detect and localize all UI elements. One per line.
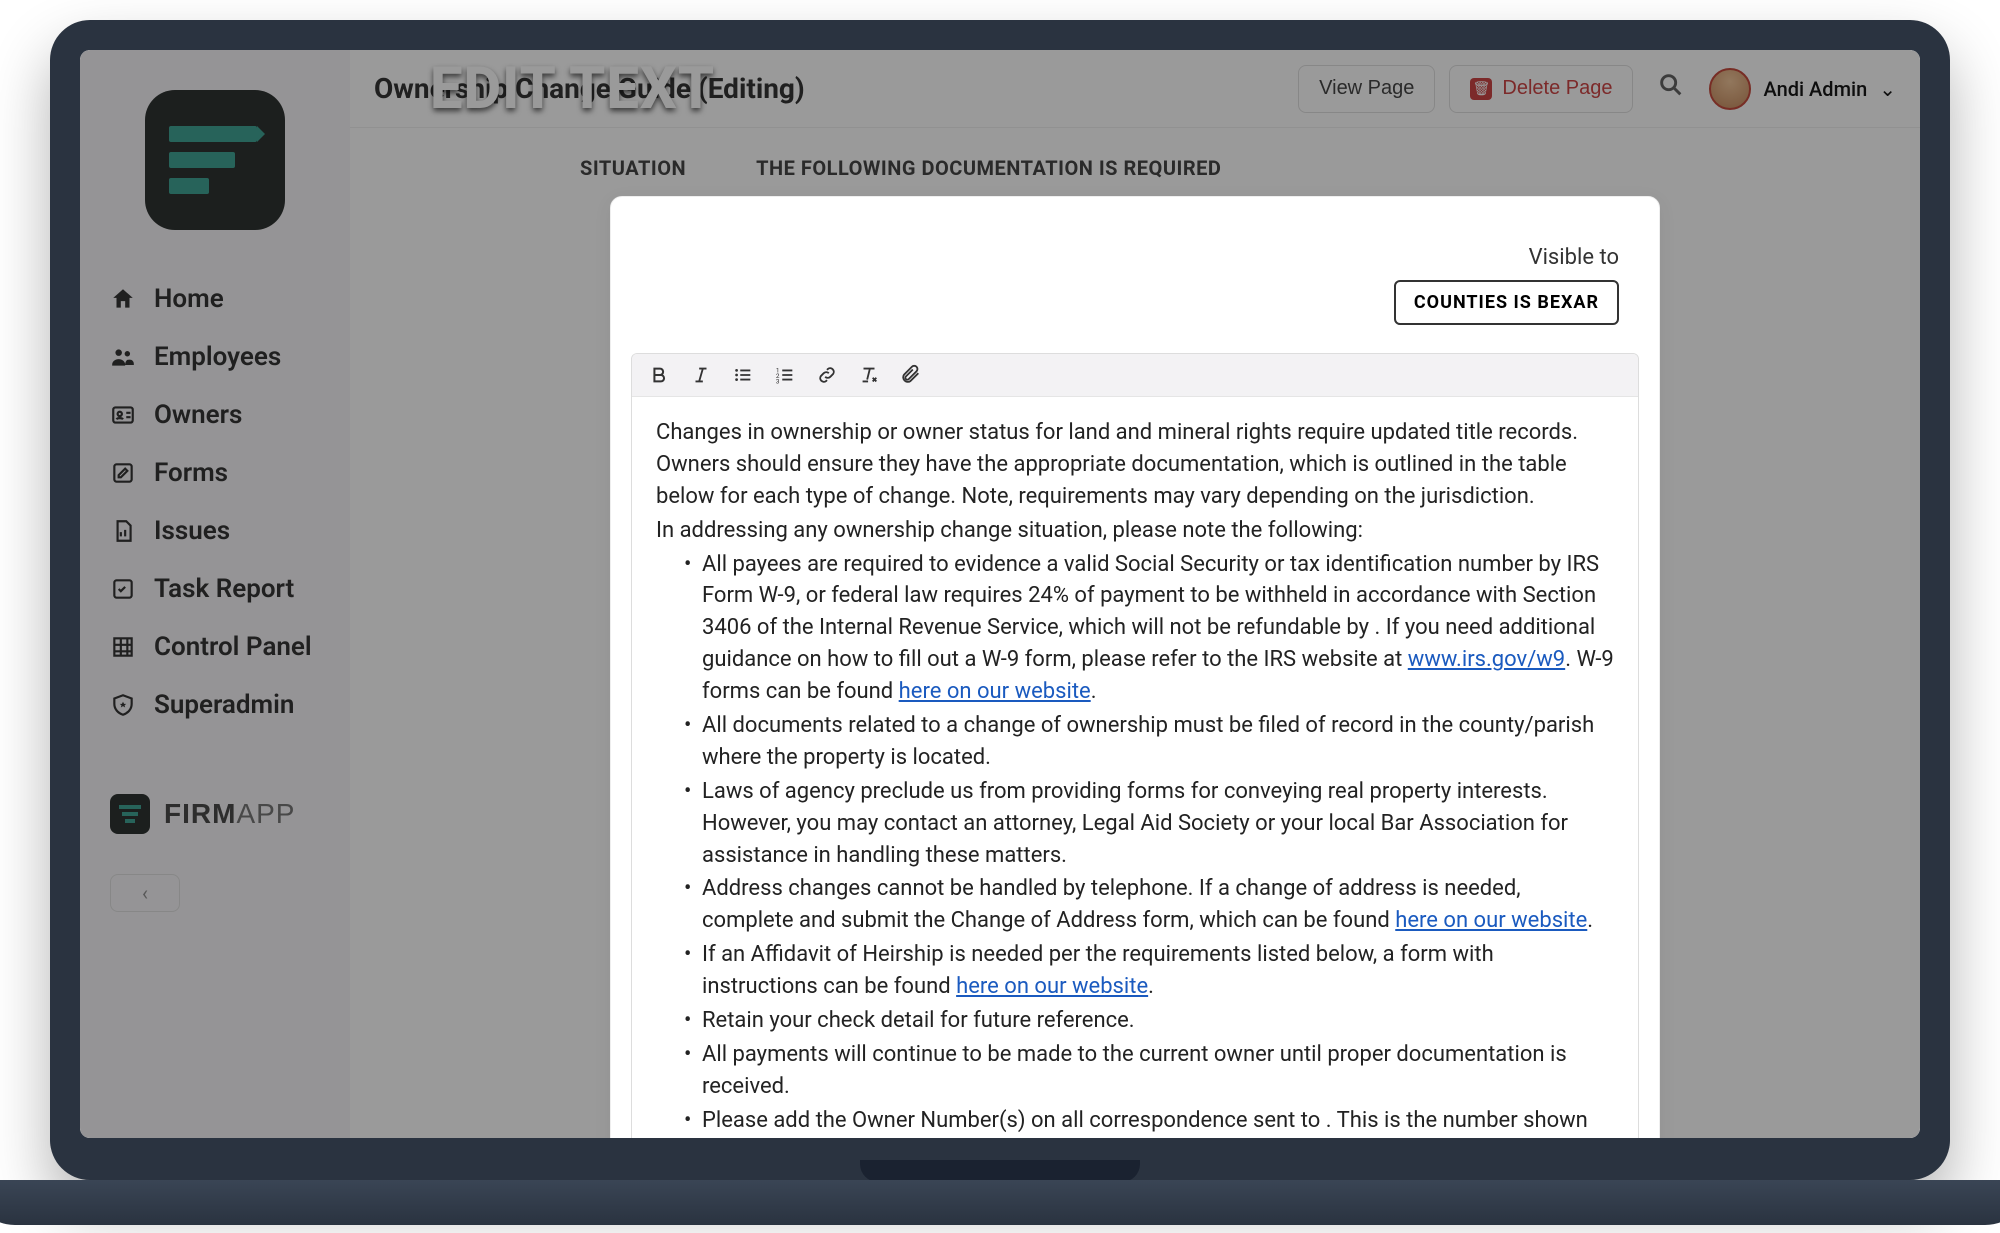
editor-paragraph: Changes in ownership or owner status for…	[656, 417, 1614, 513]
sidebar-item-owners[interactable]: Owners	[80, 386, 350, 444]
sidebar: Home Employees Owners Forms Issues Task …	[80, 50, 350, 1138]
delete-page-button[interactable]: 🗑 Delete Page	[1449, 65, 1633, 113]
editor-list-item: If an Affidavit of Heirship is needed pe…	[702, 939, 1614, 1003]
link-button[interactable]	[814, 362, 840, 388]
sidebar-item-control-panel[interactable]: Control Panel	[80, 618, 350, 676]
sidebar-item-superadmin[interactable]: Superadmin	[80, 676, 350, 734]
sidebar-item-label: Employees	[154, 342, 281, 372]
editor-content[interactable]: Changes in ownership or owner status for…	[632, 397, 1638, 1138]
view-page-button[interactable]: View Page	[1298, 65, 1435, 113]
editor-list-item: Laws of agency preclude us from providin…	[702, 776, 1614, 872]
shield-star-icon	[110, 692, 136, 718]
italic-icon	[690, 364, 712, 386]
editor-link[interactable]: here on our website	[899, 679, 1091, 704]
visibility-section: Visible to COUNTIES IS BEXAR	[611, 197, 1659, 353]
main-content: Ownership Change Guide (Editing) View Pa…	[350, 50, 1920, 1138]
sidebar-item-issues[interactable]: Issues	[80, 502, 350, 560]
brand-footer-icon	[110, 794, 150, 834]
italic-button[interactable]	[688, 362, 714, 388]
svg-text:3: 3	[776, 377, 780, 385]
people-icon	[110, 344, 136, 370]
sidebar-item-employees[interactable]: Employees	[80, 328, 350, 386]
sidebar-collapse-button[interactable]: ‹	[110, 874, 180, 912]
sidebar-item-task-report[interactable]: Task Report	[80, 560, 350, 618]
slide-caption: EDIT TEXT	[430, 55, 715, 123]
clear-format-button[interactable]	[856, 362, 882, 388]
rich-text-editor: 123 Changes in ownership or owner status…	[631, 353, 1639, 1138]
editor-list-item: Retain your check detail for future refe…	[702, 1005, 1614, 1037]
chevron-left-icon: ‹	[142, 881, 148, 905]
sidebar-item-forms[interactable]: Forms	[80, 444, 350, 502]
editor-list-item: All payees are required to evidence a va…	[702, 549, 1614, 708]
avatar	[1709, 68, 1751, 110]
app-screen: Home Employees Owners Forms Issues Task …	[80, 50, 1920, 1138]
id-card-icon	[110, 402, 136, 428]
trash-icon: 🗑	[1470, 78, 1492, 100]
editor-link[interactable]: here on our website	[956, 974, 1148, 999]
user-name: Andi Admin	[1763, 77, 1867, 101]
sidebar-item-label: Home	[154, 284, 224, 314]
laptop-notch	[860, 1160, 1140, 1182]
edit-text-panel: Visible to COUNTIES IS BEXAR 123	[610, 196, 1660, 1138]
sidebar-item-home[interactable]: Home	[80, 270, 350, 328]
grid-icon	[110, 634, 136, 660]
search-button[interactable]	[1647, 71, 1695, 107]
sidebar-item-label: Issues	[154, 516, 230, 546]
bullet-list-button[interactable]	[730, 362, 756, 388]
visible-to-label: Visible to	[651, 245, 1619, 270]
checklist-icon	[110, 576, 136, 602]
clear-format-icon	[858, 364, 880, 386]
brand-firm-text: FIRM	[164, 798, 236, 829]
link-icon	[816, 364, 838, 386]
chevron-down-icon: ⌄	[1879, 77, 1896, 101]
sidebar-item-label: Control Panel	[154, 632, 312, 662]
document-icon	[110, 518, 136, 544]
editor-toolbar: 123	[632, 354, 1638, 397]
bold-button[interactable]	[646, 362, 672, 388]
editor-list-item: Address changes cannot be handled by tel…	[702, 873, 1614, 937]
editor-list-item: All documents related to a change of own…	[702, 710, 1614, 774]
attachment-button[interactable]	[898, 362, 924, 388]
editor-list-item: All payments will continue to be made to…	[702, 1039, 1614, 1103]
sidebar-item-label: Forms	[154, 458, 228, 488]
editor-paragraph: In addressing any ownership change situa…	[656, 515, 1614, 547]
background-table-header: SITUATION THE FOLLOWING DOCUMENTATION IS…	[380, 148, 1890, 196]
sidebar-item-label: Task Report	[154, 574, 294, 604]
sidebar-item-label: Owners	[154, 400, 242, 430]
laptop-base	[0, 1180, 2000, 1225]
editor-list-item: Please add the Owner Number(s) on all co…	[702, 1105, 1614, 1138]
user-menu[interactable]: Andi Admin ⌄	[1709, 68, 1896, 110]
laptop-frame: Home Employees Owners Forms Issues Task …	[50, 20, 1950, 1180]
search-icon	[1657, 71, 1685, 99]
brand-footer: FIRMAPP	[80, 774, 350, 854]
editor-link[interactable]: www.irs.gov/w9	[1408, 647, 1565, 672]
brand-app-text: APP	[236, 798, 295, 829]
app-logo	[145, 90, 285, 230]
paperclip-icon	[900, 364, 922, 386]
numbered-list-icon: 123	[774, 364, 796, 386]
editor-link[interactable]: here on our website	[1395, 908, 1587, 933]
sidebar-item-label: Superadmin	[154, 690, 294, 720]
visibility-chip[interactable]: COUNTIES IS BEXAR	[1394, 280, 1619, 325]
edit-square-icon	[110, 460, 136, 486]
numbered-list-button[interactable]: 123	[772, 362, 798, 388]
bullet-list-icon	[732, 364, 754, 386]
home-icon	[110, 286, 136, 312]
bold-icon	[648, 364, 670, 386]
